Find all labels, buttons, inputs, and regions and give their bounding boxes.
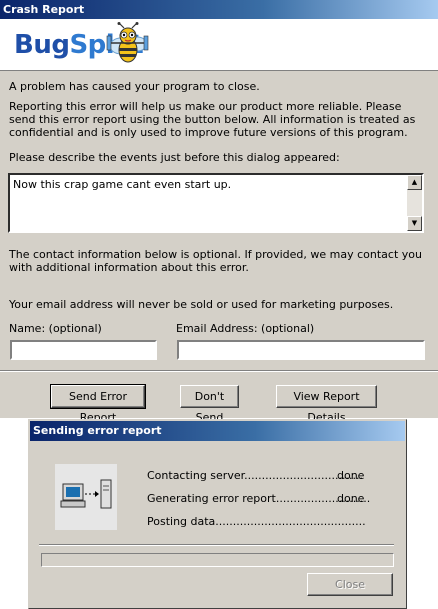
- bugsplat-bug-logo-icon: [106, 22, 149, 63]
- name-field[interactable]: [10, 340, 157, 360]
- status-contacting-server: Contacting server.......................…: [147, 469, 365, 482]
- email-field[interactable]: [177, 340, 425, 360]
- close-button[interactable]: Close: [307, 573, 393, 596]
- crash-report-window: Crash Report BugSplat A problem has caus…: [0, 0, 438, 424]
- upload-progress-bar: [41, 553, 394, 567]
- logo-banner: BugSplat: [0, 19, 438, 71]
- view-report-details-button[interactable]: View Report Details: [276, 385, 377, 424]
- computer-to-server-icon: [55, 464, 117, 530]
- dont-send-button[interactable]: Don't Send: [180, 385, 239, 424]
- name-label: Name: (optional): [9, 322, 102, 335]
- privacy-note: Your email address will never be sold or…: [9, 298, 394, 311]
- sending-separator: [39, 544, 394, 546]
- intro-text: A problem has caused your program to clo…: [9, 80, 260, 93]
- description-textarea[interactable]: Now this crap game cant even start up. ▲…: [8, 173, 424, 233]
- crash-report-title: Crash Report: [0, 0, 438, 19]
- email-label: Email Address: (optional): [176, 322, 315, 335]
- status-generating-report: Generating error report.................…: [147, 492, 371, 505]
- contact-info-text: The contact information below is optiona…: [9, 248, 422, 274]
- scroll-up-arrow-icon[interactable]: ▲: [407, 175, 422, 190]
- reporting-text: Reporting this error will help us make o…: [9, 100, 416, 139]
- button-separator: [0, 370, 438, 372]
- status-posting-data: Posting data............................…: [147, 515, 366, 528]
- describe-label: Please describe the events just before t…: [9, 151, 340, 164]
- description-value: Now this crap game cant even start up.: [13, 178, 232, 191]
- description-scrollbar[interactable]: ▲ ▼: [407, 175, 422, 231]
- sending-report-window: Sending error report Contacting server..…: [28, 419, 407, 609]
- sending-report-title: Sending error report: [30, 421, 405, 441]
- send-error-report-button[interactable]: Send Error Report: [50, 384, 146, 424]
- scroll-down-arrow-icon[interactable]: ▼: [407, 216, 422, 231]
